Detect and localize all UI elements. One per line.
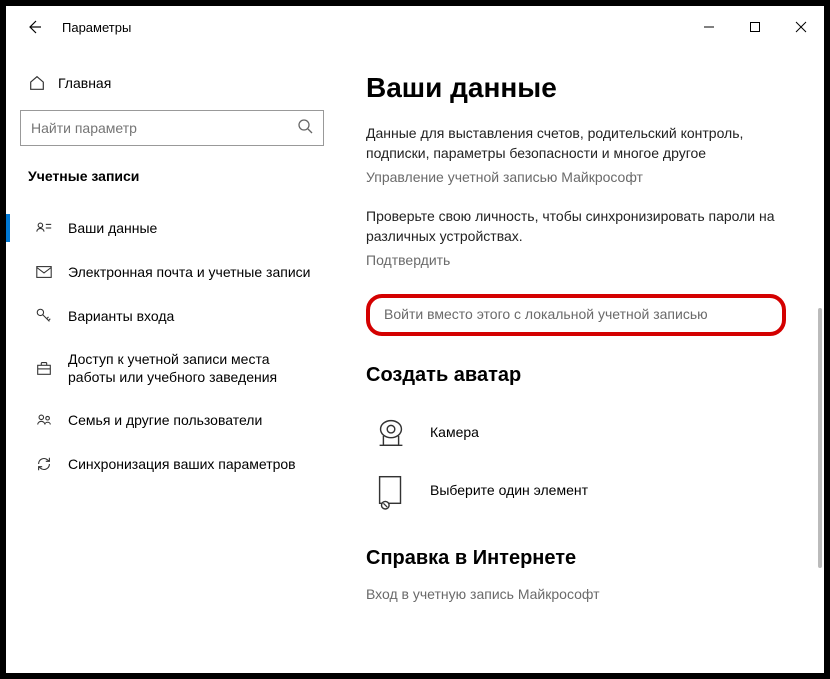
- sidebar-item-sync[interactable]: Синхронизация ваших параметров: [20, 442, 324, 486]
- sidebar: Главная Учетные записи Ваши данные: [6, 48, 338, 673]
- close-button[interactable]: [778, 6, 824, 48]
- avatar-camera-label: Камера: [430, 424, 479, 440]
- key-icon: [34, 306, 54, 326]
- maximize-button[interactable]: [732, 6, 778, 48]
- sidebar-home[interactable]: Главная: [20, 66, 324, 100]
- signin-local-link[interactable]: Войти вместо этого с локальной учетной з…: [384, 306, 708, 322]
- sidebar-item-work-school[interactable]: Доступ к учетной записи места работы или…: [20, 338, 324, 398]
- manage-account-link[interactable]: Управление учетной записью Майкрософт: [366, 169, 643, 185]
- sidebar-item-label: Варианты входа: [68, 307, 174, 325]
- titlebar: Параметры: [6, 6, 824, 48]
- sidebar-item-family[interactable]: Семья и другие пользователи: [20, 398, 324, 442]
- avatar-browse-option[interactable]: Выберите один элемент: [366, 461, 800, 519]
- minimize-button[interactable]: [686, 6, 732, 48]
- avatar-heading: Создать аватар: [366, 364, 800, 387]
- sidebar-item-label: Ваши данные: [68, 219, 157, 237]
- search-box[interactable]: [20, 110, 324, 146]
- person-card-icon: [34, 218, 54, 238]
- app-title: Параметры: [62, 20, 131, 35]
- sidebar-home-label: Главная: [58, 75, 111, 91]
- help-heading: Справка в Интернете: [366, 547, 800, 570]
- main-content: Ваши данные Данные для выставления счето…: [338, 48, 824, 673]
- back-button[interactable]: [20, 13, 48, 41]
- home-icon: [28, 74, 46, 92]
- highlight-annotation: Войти вместо этого с локальной учетной з…: [366, 294, 786, 336]
- scrollbar-thumb[interactable]: [818, 308, 822, 568]
- camera-icon: [370, 411, 412, 453]
- titlebar-left: Параметры: [10, 13, 131, 41]
- sidebar-item-email-accounts[interactable]: Электронная почта и учетные записи: [20, 250, 324, 294]
- avatar-browse-label: Выберите один элемент: [430, 482, 588, 498]
- sync-icon: [34, 454, 54, 474]
- settings-window: Параметры Главная: [0, 0, 830, 679]
- billing-description: Данные для выставления счетов, родительс…: [366, 124, 786, 163]
- sidebar-item-label: Доступ к учетной записи места работы или…: [68, 350, 316, 386]
- people-icon: [34, 410, 54, 430]
- briefcase-icon: [34, 358, 54, 378]
- page-title: Ваши данные: [366, 72, 800, 104]
- search-input[interactable]: [31, 120, 271, 136]
- sidebar-item-label: Семья и другие пользователи: [68, 411, 262, 429]
- sidebar-item-label: Синхронизация ваших параметров: [68, 455, 296, 473]
- mail-icon: [34, 262, 54, 282]
- verify-link[interactable]: Подтвердить: [366, 252, 450, 268]
- window-controls: [686, 6, 824, 48]
- sidebar-item-label: Электронная почта и учетные записи: [68, 263, 310, 281]
- avatar-camera-option[interactable]: Камера: [366, 403, 800, 461]
- sidebar-item-signin-options[interactable]: Варианты входа: [20, 294, 324, 338]
- search-icon: [297, 118, 313, 139]
- sidebar-nav-list: Ваши данные Электронная почта и учетные …: [20, 206, 324, 486]
- browse-icon: [370, 469, 412, 511]
- sidebar-section-header: Учетные записи: [20, 168, 324, 184]
- body: Главная Учетные записи Ваши данные: [6, 48, 824, 673]
- help-signin-link[interactable]: Вход в учетную запись Майкрософт: [366, 586, 600, 602]
- verify-description: Проверьте свою личность, чтобы синхрониз…: [366, 207, 786, 246]
- sidebar-item-your-info[interactable]: Ваши данные: [20, 206, 324, 250]
